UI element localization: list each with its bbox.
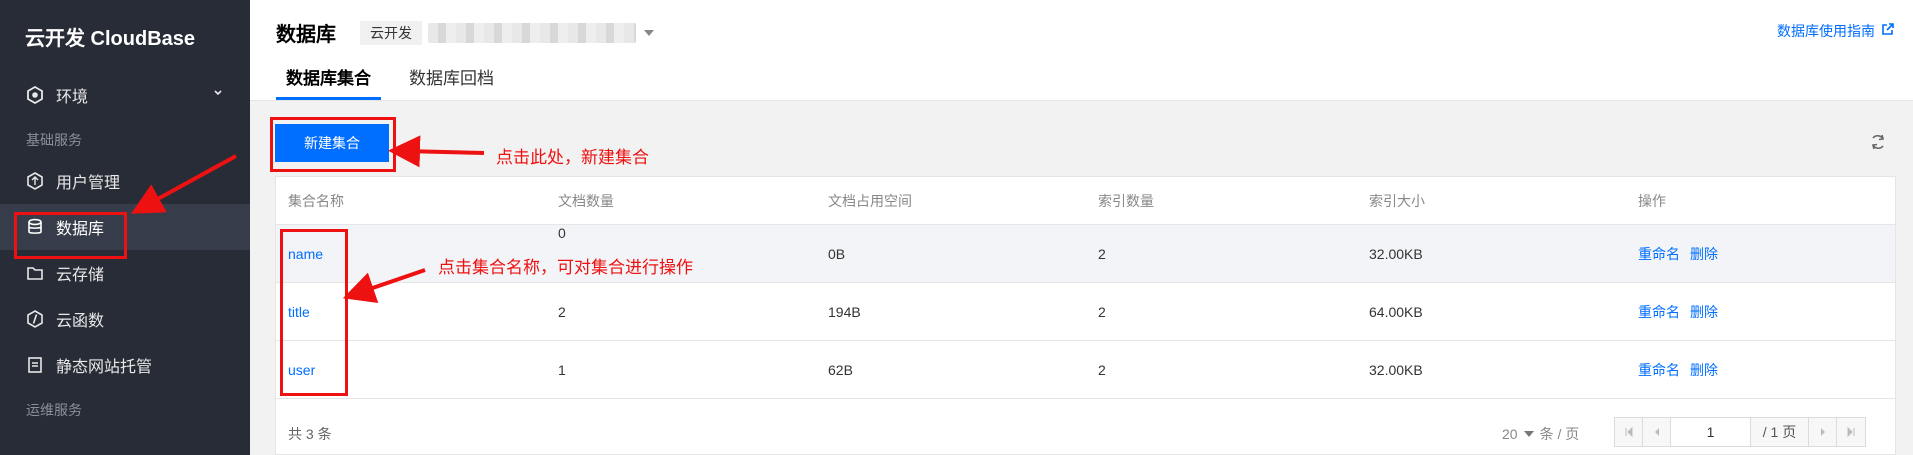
column-header: 文档数量 — [558, 192, 614, 209]
chevron-down-icon — [212, 86, 224, 104]
index-count: 2 — [1098, 245, 1106, 262]
page-size-value: 20 — [1502, 426, 1518, 442]
document-icon — [26, 356, 44, 374]
rename-link[interactable]: 重命名 — [1638, 302, 1680, 322]
index-size: 32.00KB — [1369, 245, 1423, 262]
index-size: 64.00KB — [1369, 303, 1423, 320]
arrow-to-new-button — [388, 135, 485, 168]
table-row: user 1 62B 2 32.00KB 重命名 删除 — [276, 341, 1895, 399]
index-count: 2 — [1098, 303, 1106, 320]
sidebar-group-basic: 基础服务 — [26, 132, 82, 148]
guide-link-label: 数据库使用指南 — [1777, 23, 1875, 39]
table-row: title 2 194B 2 64.00KB 重命名 删除 — [276, 283, 1895, 341]
annotation-new-collection-hint: 点击此处，新建集合 — [496, 148, 649, 167]
collections-table: 集合名称 文档数量 文档占用空间 索引数量 索引大小 操作 name 0 0B … — [275, 176, 1896, 455]
sidebar-item-users[interactable]: 用户管理 — [0, 158, 250, 204]
first-page-icon[interactable] — [1615, 418, 1643, 446]
rename-link[interactable]: 重命名 — [1638, 360, 1680, 380]
sidebar-item-label: 静态网站托管 — [56, 359, 153, 376]
refresh-icon[interactable] — [1869, 133, 1887, 155]
user-management-icon — [26, 172, 44, 190]
column-header: 集合名称 — [288, 192, 344, 209]
doc-space: 0B — [828, 245, 846, 262]
page-input[interactable] — [1671, 418, 1751, 446]
new-collection-button[interactable]: 新建集合 — [275, 124, 389, 162]
sidebar-item-label: 环境 — [56, 89, 89, 106]
table-footer: 共 3 条 20 条 / 页 / 1 页 — [276, 409, 1895, 455]
env-selector[interactable]: 云开发 — [360, 20, 654, 46]
column-header: 索引数量 — [1098, 192, 1154, 209]
sidebar-item-label: 用户管理 — [56, 175, 121, 192]
page-size-unit: 条 / 页 — [1539, 426, 1580, 442]
row-actions: 重命名 删除 — [1638, 225, 1728, 282]
pagination: / 1 页 — [1614, 417, 1866, 447]
prev-page-icon[interactable] — [1643, 418, 1671, 446]
sidebar-item-hosting[interactable]: 静态网站托管 — [0, 342, 250, 388]
env-id-redacted — [428, 22, 636, 43]
row-actions: 重命名 删除 — [1638, 341, 1728, 398]
column-header: 索引大小 — [1369, 192, 1425, 209]
hexagon-icon — [26, 86, 44, 104]
table-header: 集合名称 文档数量 文档占用空间 索引数量 索引大小 操作 — [276, 177, 1895, 225]
annotation-highlight-collection-names — [280, 229, 348, 396]
doc-count: 2 — [558, 303, 566, 320]
index-count: 2 — [1098, 361, 1106, 378]
row-actions: 重命名 删除 — [1638, 283, 1728, 340]
annotation-highlight-database — [14, 212, 127, 259]
tab-rollback[interactable]: 数据库回档 — [399, 64, 504, 100]
page-total: / 1 页 — [1751, 418, 1809, 446]
doc-space: 62B — [828, 361, 853, 378]
external-link-icon — [1881, 23, 1894, 39]
folder-icon — [26, 264, 44, 282]
page-size-select[interactable]: 20 条 / 页 — [1502, 424, 1579, 444]
index-size: 32.00KB — [1369, 361, 1423, 378]
sidebar-item-env[interactable]: 环境 — [0, 72, 250, 118]
brand-logo: 云开发 CloudBase — [25, 27, 196, 50]
last-page-icon[interactable] — [1837, 418, 1865, 446]
total-count: 共 3 条 — [288, 426, 332, 442]
guide-link[interactable]: 数据库使用指南 — [1777, 21, 1894, 41]
page-title: 数据库 — [276, 24, 336, 46]
delete-link[interactable]: 删除 — [1690, 244, 1718, 264]
rename-link[interactable]: 重命名 — [1638, 244, 1680, 264]
function-icon — [26, 310, 44, 328]
env-tag: 云开发 — [360, 20, 422, 45]
caret-down-icon — [644, 29, 654, 36]
tabs: 数据库集合 数据库回档 — [276, 64, 522, 100]
column-header: 操作 — [1638, 192, 1666, 209]
delete-link[interactable]: 删除 — [1690, 360, 1718, 380]
page-header: 数据库 云开发 数据库使用指南 数据库集合 数据库回档 — [250, 0, 1913, 101]
column-header: 文档占用空间 — [828, 192, 912, 209]
annotation-collection-name-hint: 点击集合名称，可对集合进行操作 — [438, 258, 693, 277]
tab-collections[interactable]: 数据库集合 — [276, 64, 381, 100]
sidebar-item-label: 云存储 — [56, 267, 105, 284]
delete-link[interactable]: 删除 — [1690, 302, 1718, 322]
sidebar-item-label: 云函数 — [56, 313, 105, 330]
sidebar-item-functions[interactable]: 云函数 — [0, 296, 250, 342]
caret-down-icon — [1523, 431, 1534, 437]
next-page-icon[interactable] — [1809, 418, 1837, 446]
sidebar-group-ops: 运维服务 — [26, 402, 82, 418]
doc-count: 1 — [558, 361, 566, 378]
doc-space: 194B — [828, 303, 861, 320]
